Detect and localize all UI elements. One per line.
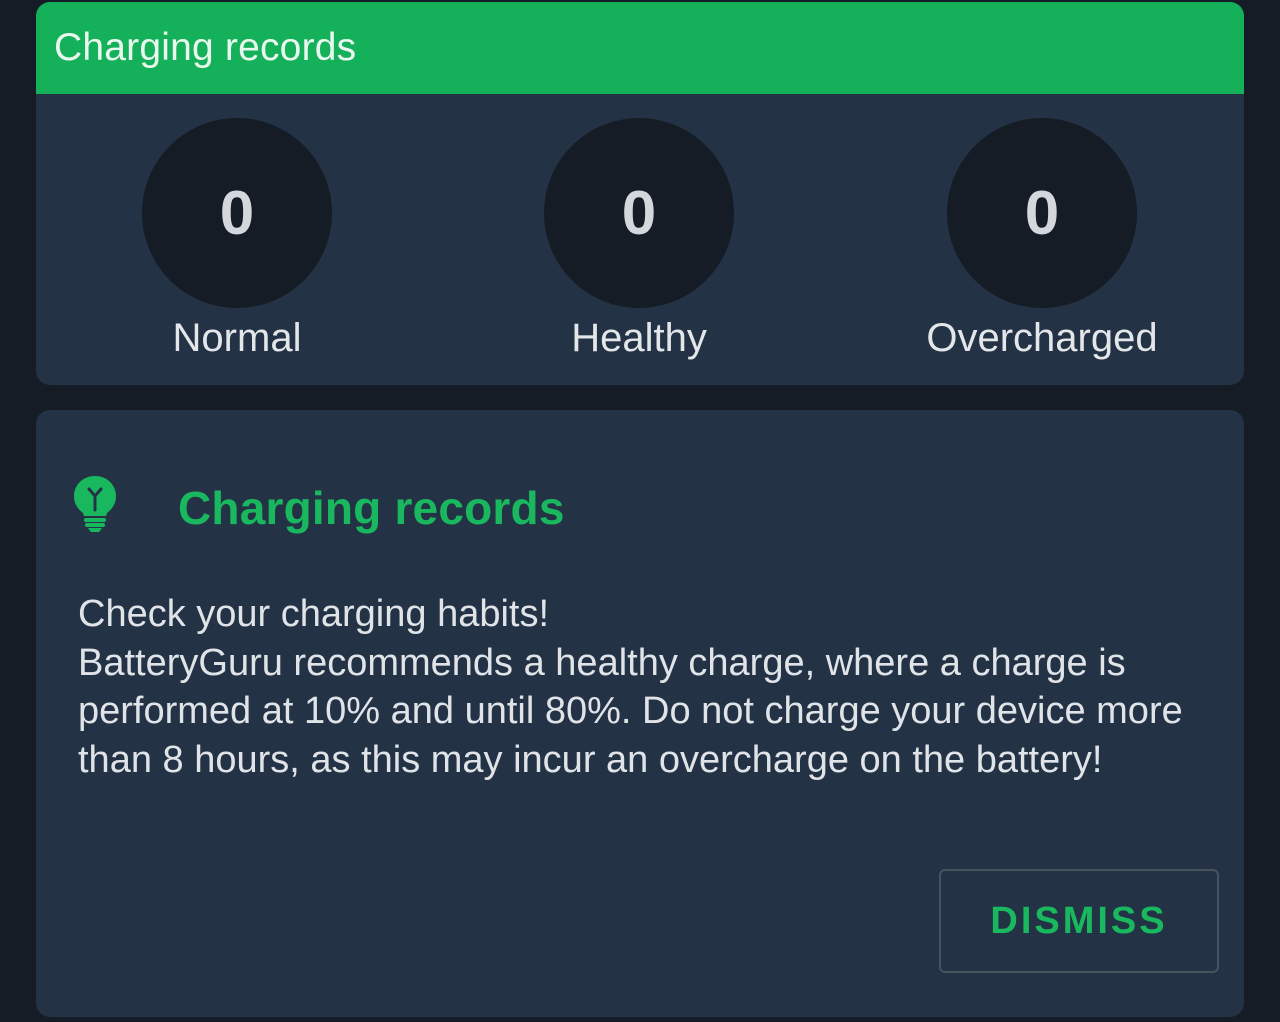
charging-records-stats-card: Charging records 0 Normal 0 Healthy 0 Ov… xyxy=(36,2,1244,385)
charging-tip-card: Charging records Check your charging hab… xyxy=(36,410,1244,1017)
stats-card-header: Charging records xyxy=(36,2,1244,94)
stat-healthy-value: 0 xyxy=(621,178,657,248)
stat-normal-label: Normal xyxy=(172,316,302,360)
tip-body-line-1: Check your charging habits! xyxy=(78,593,550,635)
stat-overcharged-circle: 0 xyxy=(947,118,1137,308)
stat-overcharged-label: Overcharged xyxy=(926,316,1158,360)
stat-overcharged-value: 0 xyxy=(1024,178,1060,248)
tip-body-line-2: BatteryGuru recommends a healthy charge,… xyxy=(78,641,1183,781)
stat-healthy-circle: 0 xyxy=(544,118,734,308)
tip-title: Charging records xyxy=(178,482,565,534)
stat-normal-circle: 0 xyxy=(142,118,332,308)
stats-card-title: Charging records xyxy=(54,26,357,69)
tip-body: Check your charging habits! BatteryGuru … xyxy=(78,590,1188,784)
stat-normal: 0 Normal xyxy=(87,118,387,358)
stat-overcharged: 0 Overcharged xyxy=(892,118,1192,358)
stat-normal-value: 0 xyxy=(219,178,255,248)
dismiss-button[interactable]: DISMISS xyxy=(939,869,1219,973)
stat-healthy: 0 Healthy xyxy=(489,118,789,358)
lightbulb-icon xyxy=(74,476,116,532)
charging-records-screen: Charging records 0 Normal 0 Healthy 0 Ov… xyxy=(0,0,1280,1022)
stat-healthy-label: Healthy xyxy=(571,316,707,360)
